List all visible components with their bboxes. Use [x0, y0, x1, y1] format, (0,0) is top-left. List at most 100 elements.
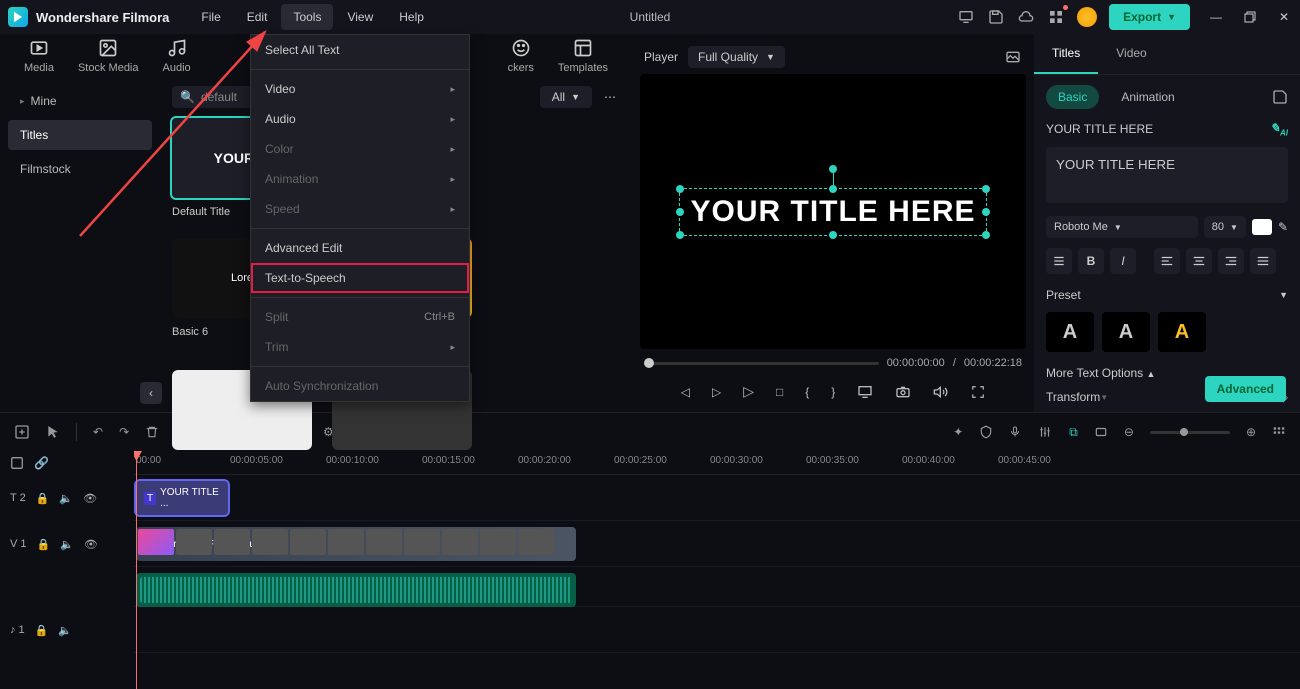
align-left-icon[interactable]: [1154, 248, 1180, 274]
tm-split[interactable]: SplitCtrl+B: [251, 302, 469, 332]
seek-bar[interactable]: [644, 362, 879, 365]
zoom-slider[interactable]: [1150, 431, 1230, 434]
close-button[interactable]: ✕: [1276, 9, 1292, 25]
mute-icon[interactable]: 🔈: [59, 492, 73, 505]
title-text-input[interactable]: YOUR TITLE HERE: [1046, 147, 1288, 203]
align-justify-icon[interactable]: [1250, 248, 1276, 274]
save-preset-icon[interactable]: [1272, 89, 1288, 105]
more-options-icon[interactable]: ⋯: [600, 86, 620, 108]
menu-file[interactable]: File: [189, 4, 232, 30]
apps-icon[interactable]: [1047, 8, 1065, 26]
track-head-t2[interactable]: T 2 🔒 🔈 👁: [0, 475, 134, 521]
collapse-sidebar-button[interactable]: ‹: [140, 382, 162, 404]
mark-in-icon[interactable]: {: [805, 385, 809, 399]
inspector-tab-video[interactable]: Video: [1098, 34, 1164, 74]
filter-all-dropdown[interactable]: All▼: [540, 86, 592, 108]
title-bounding-box[interactable]: YOUR TITLE HERE: [679, 188, 986, 236]
tm-select-all-text[interactable]: Select All Text: [251, 35, 469, 65]
account-icon[interactable]: [1077, 7, 1097, 27]
display-icon[interactable]: [857, 384, 873, 400]
eye-icon[interactable]: 👁: [83, 492, 97, 505]
menu-tools[interactable]: Tools: [281, 4, 333, 30]
preset-3[interactable]: A: [1158, 312, 1206, 352]
tm-animation[interactable]: Animation▸: [251, 164, 469, 194]
track-head-v1[interactable]: V 1 🔒 🔈 👁: [0, 521, 134, 567]
tm-autosync[interactable]: Auto Synchronization: [251, 371, 469, 401]
volume-icon[interactable]: [933, 384, 949, 400]
zoom-in-icon[interactable]: ⊕: [1246, 425, 1256, 439]
chip-basic[interactable]: Basic: [1046, 85, 1099, 109]
chevron-down-icon[interactable]: ▼: [1279, 290, 1288, 300]
advanced-button[interactable]: Advanced: [1205, 376, 1286, 402]
shield-icon[interactable]: [979, 424, 993, 440]
preset-2[interactable]: A: [1102, 312, 1150, 352]
save-icon[interactable]: [987, 8, 1005, 26]
preview-screen[interactable]: YOUR TITLE HERE: [640, 74, 1026, 349]
tab-media[interactable]: Media: [12, 34, 66, 78]
play-icon[interactable]: ▷: [743, 383, 754, 400]
timeline-ruler[interactable]: 00:00 00:00:05:00 00:00:10:00 00:00:15:0…: [134, 451, 1300, 475]
font-size-dropdown[interactable]: 80▼: [1204, 216, 1246, 238]
lock-icon[interactable]: 🔒: [36, 492, 50, 505]
lock-icon[interactable]: 🔒: [35, 624, 49, 637]
sidebar-mine[interactable]: ▸Mine: [8, 86, 152, 116]
marker-icon[interactable]: [1094, 425, 1108, 439]
tm-video[interactable]: Video▸: [251, 74, 469, 104]
camera-icon[interactable]: [895, 384, 911, 400]
preset-1[interactable]: A: [1046, 312, 1094, 352]
ai-icon[interactable]: ✎AI: [1270, 121, 1288, 137]
menu-view[interactable]: View: [335, 4, 385, 30]
eye-icon[interactable]: 👁: [84, 538, 98, 551]
tm-text-to-speech[interactable]: Text-to-Speech: [251, 263, 469, 293]
menu-help[interactable]: Help: [387, 4, 436, 30]
stop-icon[interactable]: □: [776, 385, 783, 399]
clip-audio-linked[interactable]: [136, 573, 576, 607]
tab-stickers[interactable]: ckers: [496, 34, 546, 78]
menu-edit[interactable]: Edit: [235, 4, 280, 30]
collapse-tracks-icon[interactable]: [10, 456, 24, 470]
lock-icon[interactable]: 🔒: [37, 538, 51, 551]
monitor-icon[interactable]: [957, 8, 975, 26]
quality-dropdown[interactable]: Full Quality▼: [688, 46, 785, 68]
align-right-icon[interactable]: [1218, 248, 1244, 274]
magnet-icon[interactable]: ⧉: [1069, 425, 1078, 440]
tab-templates[interactable]: Templates: [546, 34, 620, 78]
maximize-button[interactable]: [1242, 9, 1258, 25]
tm-speed[interactable]: Speed▸: [251, 194, 469, 224]
link-icon[interactable]: 🔗: [34, 456, 49, 470]
mute-icon[interactable]: 🔈: [58, 624, 72, 637]
clip-title[interactable]: TYOUR TITLE ...: [136, 481, 228, 515]
playhead[interactable]: [136, 451, 137, 689]
tm-audio[interactable]: Audio▸: [251, 104, 469, 134]
snapshot-icon[interactable]: [1004, 48, 1022, 66]
fullscreen-icon[interactable]: [971, 385, 985, 399]
preview-title-text[interactable]: YOUR TITLE HERE: [690, 195, 975, 229]
tm-advanced-edit[interactable]: Advanced Edit: [251, 233, 469, 263]
zoom-out-icon[interactable]: ⊖: [1124, 425, 1134, 439]
color-swatch[interactable]: [1252, 219, 1272, 235]
tm-trim[interactable]: Trim▸: [251, 332, 469, 362]
prev-frame-icon[interactable]: ◁: [681, 385, 690, 399]
font-family-dropdown[interactable]: Roboto Me▼: [1046, 216, 1198, 238]
mixer-icon[interactable]: [1037, 425, 1053, 439]
align-center-icon[interactable]: [1186, 248, 1212, 274]
bold-icon[interactable]: B: [1078, 248, 1104, 274]
mark-out-icon[interactable]: }: [831, 385, 835, 399]
mute-icon[interactable]: 🔈: [60, 538, 74, 551]
spacing-icon[interactable]: [1046, 248, 1072, 274]
eyedropper-icon[interactable]: ✎: [1278, 220, 1288, 234]
sidebar-titles[interactable]: Titles: [8, 120, 152, 150]
italic-icon[interactable]: I: [1110, 248, 1136, 274]
tab-audio[interactable]: Audio: [151, 34, 203, 78]
clip-video[interactable]: ▶Retro Intro Filmora Tutorial: [136, 527, 576, 561]
track-head-a1[interactable]: ♪ 1 🔒 🔈: [0, 607, 134, 653]
play-reverse-icon[interactable]: ▷: [712, 385, 721, 399]
minimize-button[interactable]: —: [1208, 9, 1224, 25]
radar-icon[interactable]: ✦: [953, 425, 963, 439]
inspector-tab-titles[interactable]: Titles: [1034, 34, 1098, 74]
chip-animation[interactable]: Animation: [1109, 85, 1186, 109]
export-button[interactable]: Export▼: [1109, 4, 1190, 30]
tab-stock-media[interactable]: Stock Media: [66, 34, 151, 78]
search-input[interactable]: 🔍default: [172, 86, 262, 108]
tm-color[interactable]: Color▸: [251, 134, 469, 164]
